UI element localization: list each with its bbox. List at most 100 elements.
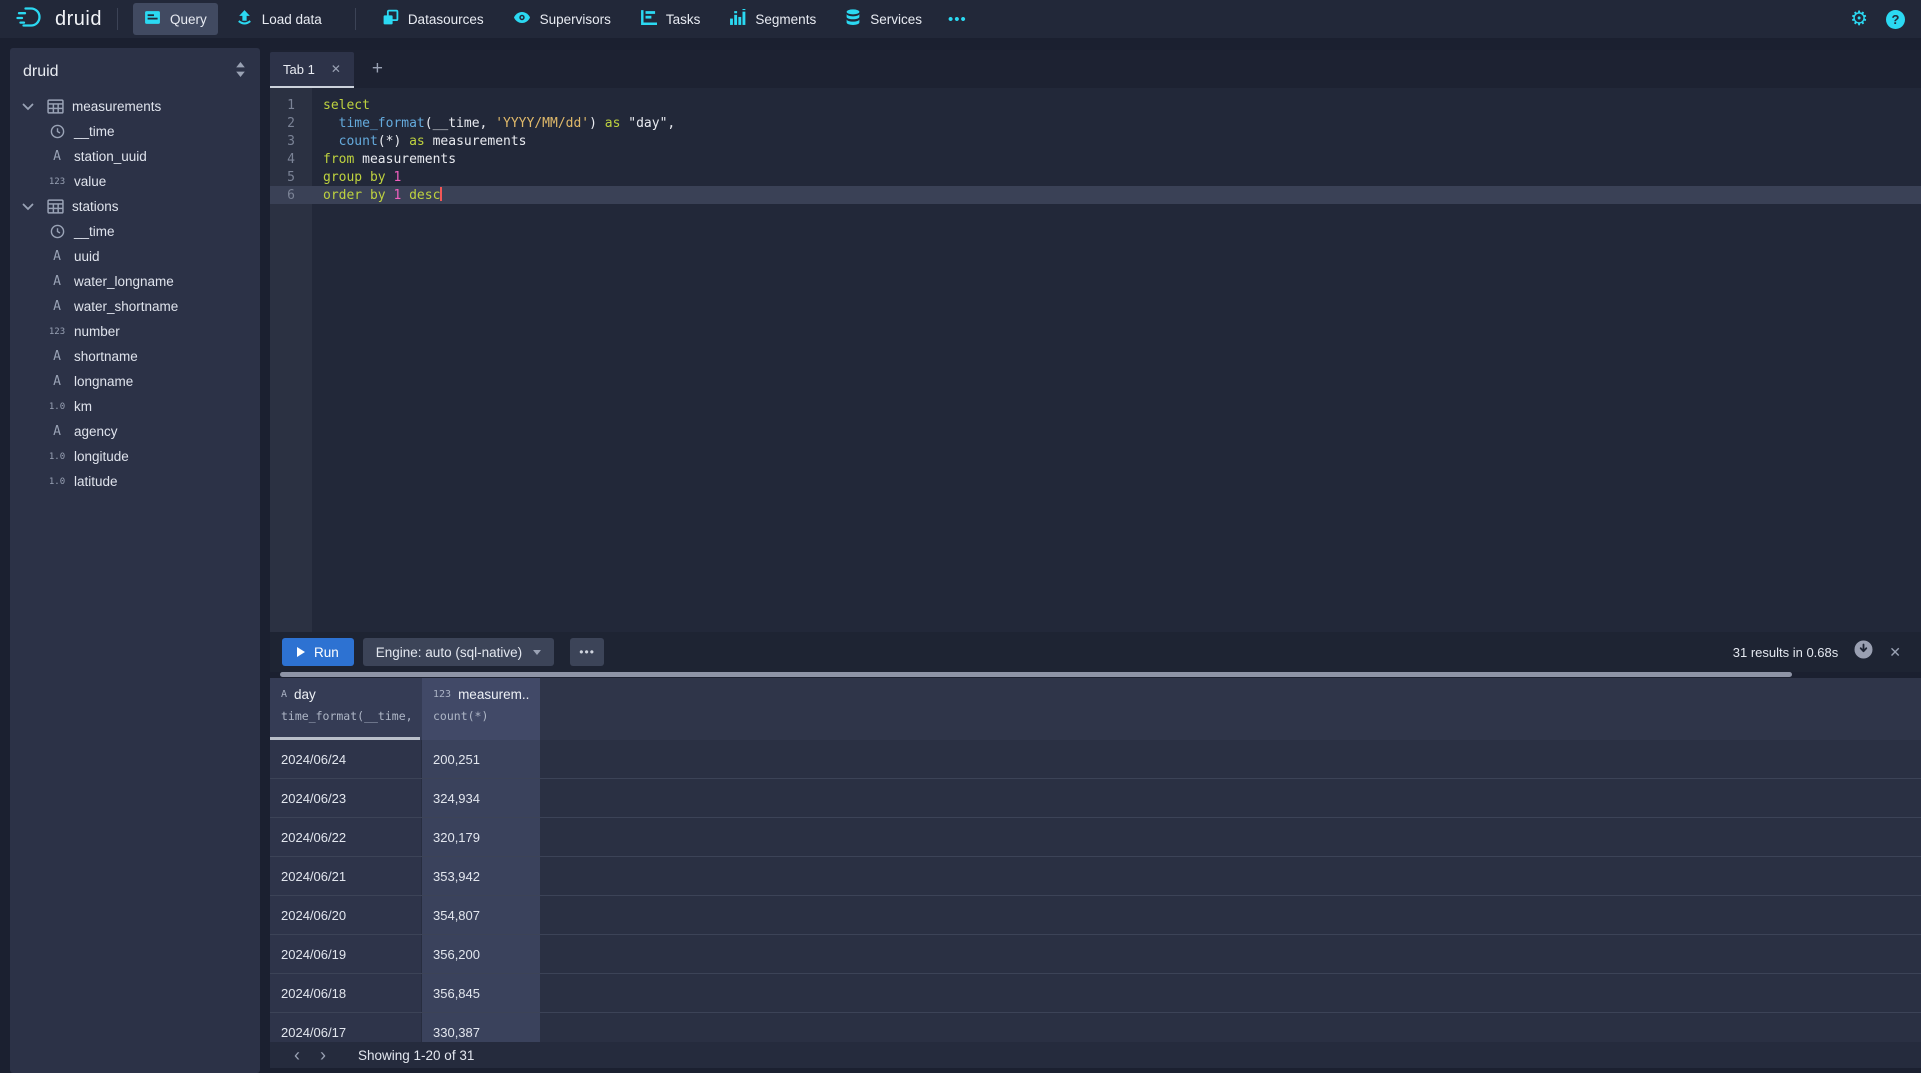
column-name: day bbox=[294, 687, 316, 702]
float-type-icon: 1.0 bbox=[46, 452, 68, 462]
line-number: 5 bbox=[270, 170, 312, 185]
column-header-measurem-[interactable]: 123measurem...count(*) bbox=[422, 678, 540, 740]
results-table: Adaytime_format(__time, …123measurem...c… bbox=[270, 678, 1921, 1042]
sidebar-column-station_uuid[interactable]: Astation_uuid bbox=[10, 144, 260, 169]
new-tab-icon[interactable]: + bbox=[372, 58, 383, 88]
code-line-5[interactable]: 5group by 1 bbox=[270, 168, 1921, 186]
nav-item-supervisors[interactable]: Supervisors bbox=[502, 4, 622, 34]
sidebar-column-water_longname[interactable]: Awater_longname bbox=[10, 269, 260, 294]
column-header-day[interactable]: Adaytime_format(__time, … bbox=[270, 678, 422, 740]
cell-measurements[interactable]: 330,387 bbox=[422, 1013, 540, 1042]
table-name: stations bbox=[72, 199, 119, 214]
horizontal-scrollbar[interactable] bbox=[280, 672, 1792, 677]
query-tabbar: Tab 1 ✕ + bbox=[270, 50, 1921, 88]
nav-item-datasources[interactable]: Datasources bbox=[371, 3, 495, 35]
sidebar-column-km[interactable]: 1.0km bbox=[10, 394, 260, 419]
more-icon[interactable]: ••• bbox=[940, 5, 975, 34]
cell-measurements[interactable]: 353,942 bbox=[422, 857, 540, 895]
tab-close-icon[interactable]: ✕ bbox=[331, 62, 341, 76]
nav-item-tasks[interactable]: Tasks bbox=[629, 3, 712, 35]
code-line-2[interactable]: 2 time_format(__time, 'YYYY/MM/dd') as "… bbox=[270, 114, 1921, 132]
sidebar-column-value[interactable]: 123value bbox=[10, 169, 260, 194]
app-logo[interactable]: druid bbox=[16, 5, 102, 34]
nav-item-label: Load data bbox=[262, 12, 322, 27]
bar-chart-icon bbox=[729, 9, 746, 29]
cell-day[interactable]: 2024/06/19 bbox=[270, 935, 422, 973]
schema-header[interactable]: druid bbox=[10, 54, 260, 90]
nav-item-query[interactable]: Query bbox=[133, 3, 218, 35]
table-icon bbox=[44, 99, 66, 114]
column-name: water_shortname bbox=[74, 299, 178, 314]
cell-day[interactable]: 2024/06/21 bbox=[270, 857, 422, 895]
sort-icon[interactable] bbox=[234, 62, 247, 82]
cell-measurements[interactable]: 200,251 bbox=[422, 740, 540, 778]
clock-icon bbox=[46, 224, 68, 239]
cell-day[interactable]: 2024/06/17 bbox=[270, 1013, 422, 1042]
float-type-icon: 1.0 bbox=[46, 402, 68, 412]
code-line-6[interactable]: 6order by 1 desc bbox=[270, 186, 1921, 204]
query-more-button[interactable]: ••• bbox=[570, 638, 604, 666]
nav-item-load-data[interactable]: Load data bbox=[225, 3, 333, 35]
number-type-icon: 123 bbox=[46, 327, 68, 337]
engine-select[interactable]: Engine: auto (sql-native) bbox=[363, 638, 554, 666]
table-icon bbox=[44, 199, 66, 214]
sidebar-column-uuid[interactable]: Auuid bbox=[10, 244, 260, 269]
column-name: water_longname bbox=[74, 274, 174, 289]
nav-item-segments[interactable]: Segments bbox=[718, 3, 827, 35]
code-text: order by 1 desc bbox=[312, 187, 442, 203]
chevron-down-icon[interactable] bbox=[22, 103, 38, 111]
code-line-3[interactable]: 3 count(*) as measurements bbox=[270, 132, 1921, 150]
cell-measurements[interactable]: 356,200 bbox=[422, 935, 540, 973]
sidebar-column-longitude[interactable]: 1.0longitude bbox=[10, 444, 260, 469]
sidebar-column-shortname[interactable]: Ashortname bbox=[10, 344, 260, 369]
download-icon[interactable] bbox=[1854, 640, 1873, 664]
help-icon[interactable]: ? bbox=[1886, 10, 1905, 29]
sidebar-column-latitude[interactable]: 1.0latitude bbox=[10, 469, 260, 494]
next-page-icon[interactable]: › bbox=[310, 1046, 336, 1064]
text-cursor bbox=[440, 187, 442, 201]
cell-measurements[interactable]: 320,179 bbox=[422, 818, 540, 856]
navbar-divider bbox=[355, 8, 356, 30]
string-type-icon: A bbox=[46, 249, 68, 264]
code-line-1[interactable]: 1select bbox=[270, 96, 1921, 114]
tab-query-1[interactable]: Tab 1 ✕ bbox=[270, 52, 354, 88]
sidebar-column-longname[interactable]: Alongname bbox=[10, 369, 260, 394]
sidebar-table-measurements[interactable]: measurements bbox=[10, 94, 260, 119]
sidebar-column-agency[interactable]: Aagency bbox=[10, 419, 260, 444]
cell-day[interactable]: 2024/06/23 bbox=[270, 779, 422, 817]
chevron-down-icon[interactable] bbox=[22, 203, 38, 211]
sidebar-column-number[interactable]: 123number bbox=[10, 319, 260, 344]
sidebar-column-__time[interactable]: __time bbox=[10, 219, 260, 244]
datasources-icon bbox=[382, 9, 399, 29]
druid-logo-icon bbox=[16, 5, 46, 34]
gear-icon[interactable]: ⚙ bbox=[1850, 9, 1868, 29]
schema-name: druid bbox=[23, 63, 59, 81]
cell-measurements[interactable]: 356,845 bbox=[422, 974, 540, 1012]
code-line-4[interactable]: 4from measurements bbox=[270, 150, 1921, 168]
code-text: from measurements bbox=[312, 152, 456, 167]
run-button[interactable]: Run bbox=[282, 638, 354, 666]
cell-measurements[interactable]: 324,934 bbox=[422, 779, 540, 817]
cell-day[interactable]: 2024/06/22 bbox=[270, 818, 422, 856]
schema-tree: measurements__timeAstation_uuid123values… bbox=[10, 94, 260, 494]
cell-day[interactable]: 2024/06/24 bbox=[270, 740, 422, 778]
close-results-icon[interactable]: ✕ bbox=[1889, 644, 1901, 661]
nav-item-label: Services bbox=[870, 12, 922, 27]
code-text: select bbox=[312, 98, 370, 113]
cell-day[interactable]: 2024/06/20 bbox=[270, 896, 422, 934]
play-icon bbox=[297, 647, 305, 657]
sidebar-column-water_shortname[interactable]: Awater_shortname bbox=[10, 294, 260, 319]
cell-measurements[interactable]: 354,807 bbox=[422, 896, 540, 934]
table-row: 2024/06/22320,179 bbox=[270, 818, 1921, 857]
sql-editor[interactable]: 1select2 time_format(__time, 'YYYY/MM/dd… bbox=[270, 88, 1921, 632]
sidebar-column-__time[interactable]: __time bbox=[10, 119, 260, 144]
results-body: 2024/06/24200,2512024/06/23324,9342024/0… bbox=[270, 740, 1921, 1042]
prev-page-icon[interactable]: ‹ bbox=[284, 1046, 310, 1064]
sidebar-table-stations[interactable]: stations bbox=[10, 194, 260, 219]
string-type-icon: A bbox=[46, 274, 68, 289]
float-type-icon: 1.0 bbox=[46, 477, 68, 487]
nav-item-services[interactable]: Services bbox=[834, 3, 933, 35]
druid-console: druid Query Load data DatasourcesSuperviso… bbox=[0, 0, 1921, 1073]
clock-icon bbox=[46, 124, 68, 139]
cell-day[interactable]: 2024/06/18 bbox=[270, 974, 422, 1012]
